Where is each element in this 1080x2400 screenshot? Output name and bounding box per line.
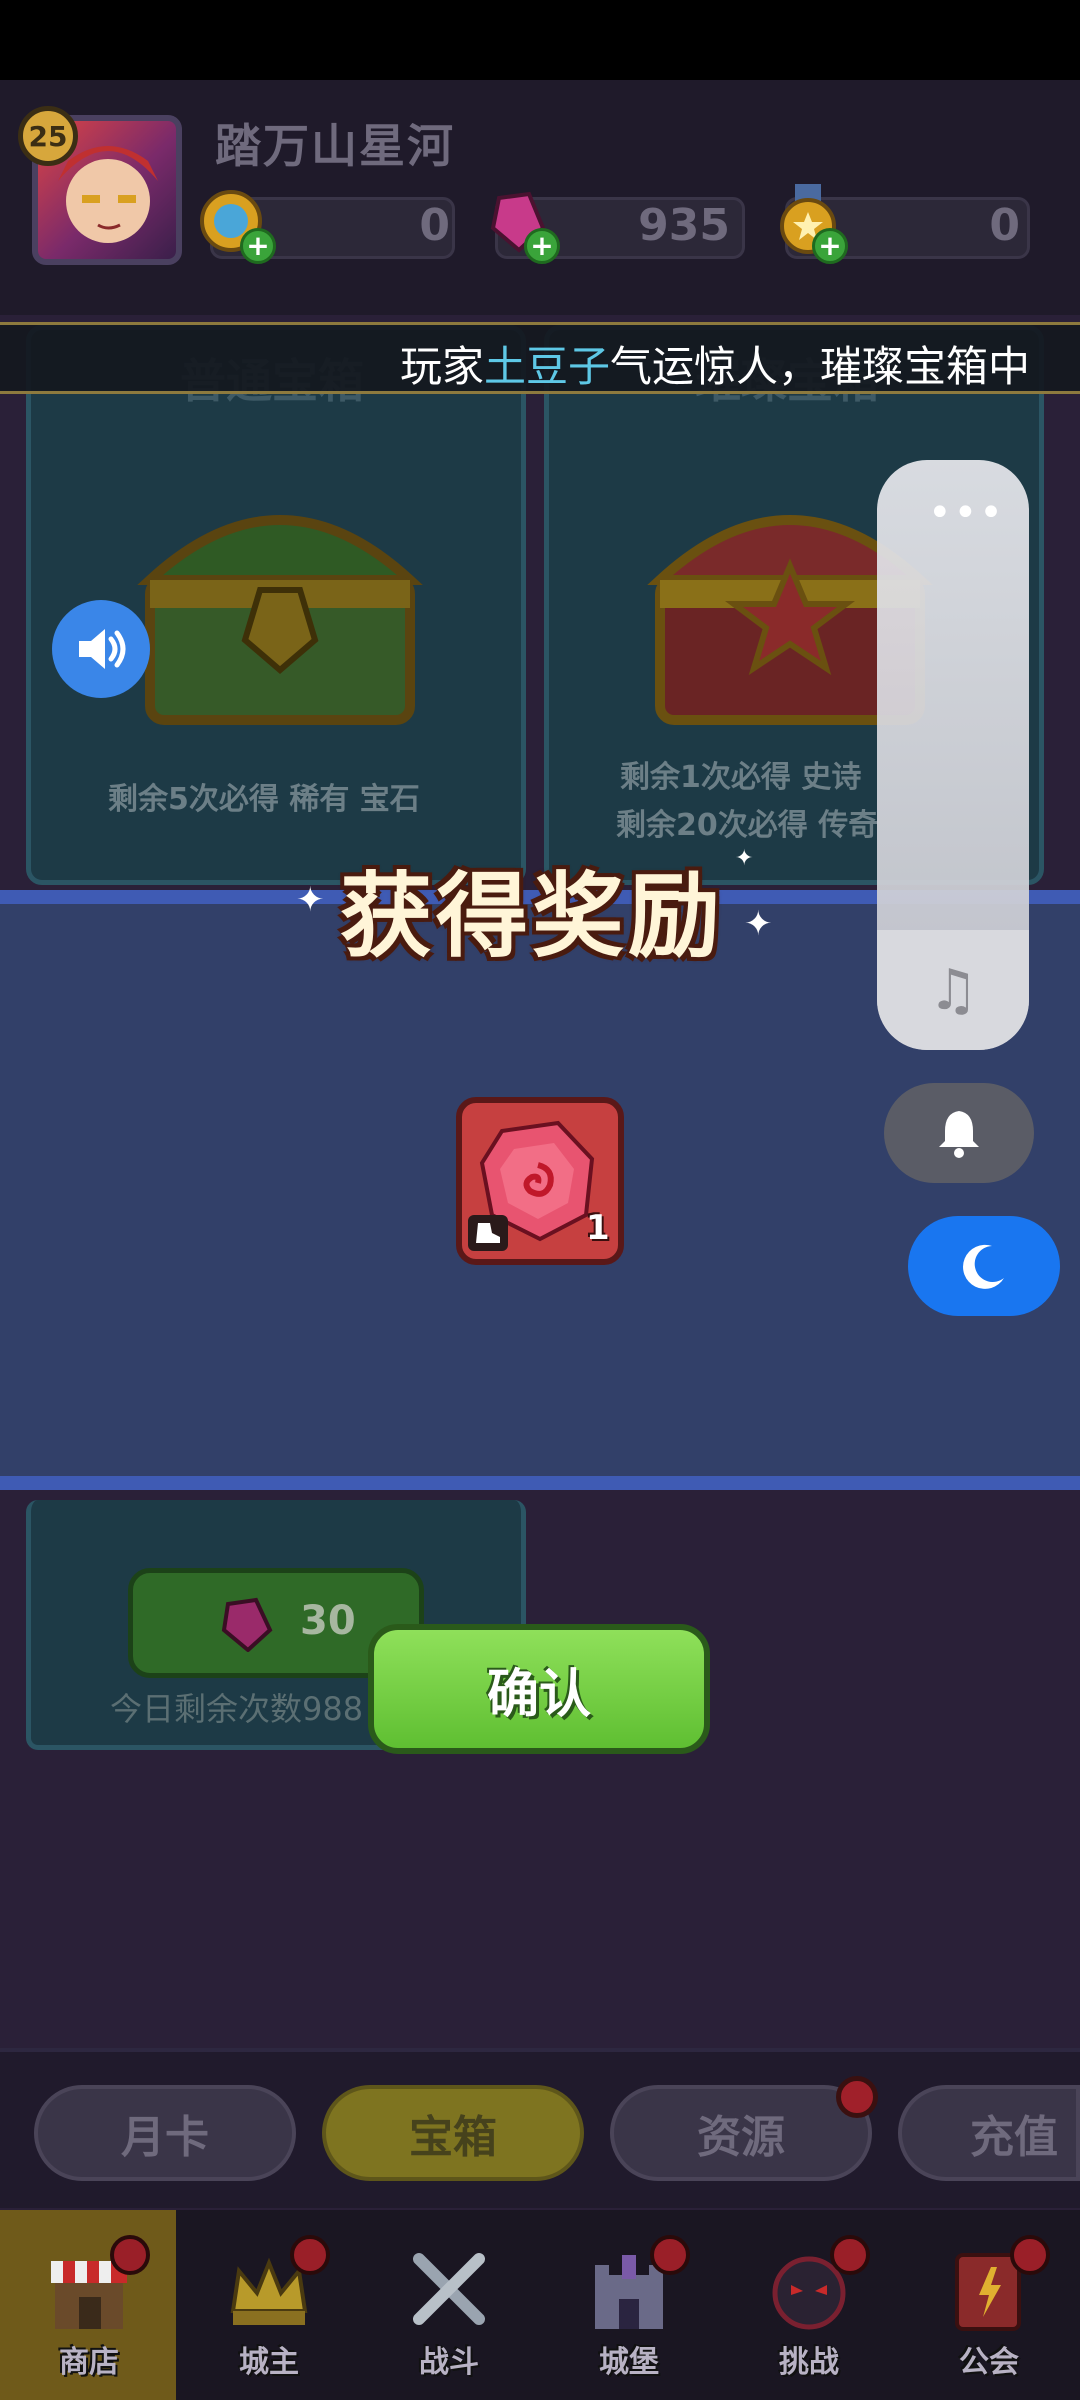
nav-lord[interactable]: 城主 [180, 2215, 358, 2395]
tab-monthly-card[interactable]: 月卡 [34, 2085, 296, 2181]
tab-recharge[interactable]: 充值 [898, 2085, 1080, 2181]
sparkle-icon: ✦ [735, 846, 754, 871]
sparkle-icon: ✦ [744, 904, 773, 944]
add-coin-button[interactable]: + [240, 228, 276, 264]
moon-icon [963, 1244, 1004, 1289]
dark-mode-button[interactable] [908, 1216, 1060, 1316]
nav-shop[interactable]: 商店 [0, 2215, 178, 2395]
gem-value: 935 [638, 200, 730, 251]
gem-icon [218, 1596, 274, 1656]
tab-chest[interactable]: 宝箱 [322, 2085, 584, 2181]
normal-chest-icon [130, 470, 430, 744]
medal-value: 0 [989, 200, 1020, 251]
music-icon: ♫ [928, 958, 979, 1023]
notification-dot [290, 2235, 330, 2275]
nav-castle[interactable]: 城堡 [540, 2215, 718, 2395]
notification-dot [1010, 2235, 1050, 2275]
brilliant-chest-hint-2: 剩余20次必得 传奇 [616, 808, 879, 843]
brilliant-chest-hint-1: 剩余1次必得 史诗 [620, 760, 862, 795]
nav-battle[interactable]: 战斗 [360, 2215, 538, 2395]
ticker-text: 玩家土豆子气运惊人，璀璨宝箱中 [400, 342, 1031, 391]
reward-count: 1 [586, 1208, 610, 1248]
player-name: 踏万山星河 [215, 119, 455, 173]
notification-dot [110, 2235, 150, 2275]
announcement-ticker: 玩家土豆子气运惊人，璀璨宝箱中 [0, 322, 1080, 394]
status-bar [0, 0, 1080, 80]
nav-shop-label: 商店 [59, 2345, 119, 2380]
notification-dot [836, 2076, 878, 2118]
daily-remaining: 今日剩余次数988 [110, 1690, 364, 1728]
add-gem-button[interactable]: + [524, 228, 560, 264]
confirm-button[interactable]: 确认 [368, 1624, 710, 1754]
normal-chest-hint: 剩余5次必得 稀有 宝石 [108, 782, 420, 817]
reward-title: 获得奖励 [340, 863, 725, 970]
nav-lord-label: 城主 [239, 2345, 299, 2380]
nav-guild-label: 公会 [959, 2345, 1019, 2380]
nav-challenge[interactable]: 挑战 [720, 2215, 898, 2395]
bell-icon [939, 1111, 979, 1158]
notification-dot [830, 2235, 870, 2275]
bell-button[interactable] [884, 1083, 1034, 1183]
notification-dot [650, 2235, 690, 2275]
nav-castle-label: 城堡 [599, 2345, 659, 2380]
swords-icon [413, 2253, 485, 2325]
tab-resources[interactable]: 资源 [610, 2085, 872, 2181]
chest-price: 30 [300, 1598, 356, 1644]
sparkle-icon: ✦ [296, 880, 325, 920]
coin-value: 0 [419, 200, 450, 251]
level-badge: 25 [18, 106, 78, 166]
speaker-button[interactable] [52, 600, 150, 698]
add-medal-button[interactable]: + [812, 228, 848, 264]
nav-challenge-label: 挑战 [779, 2345, 839, 2380]
nav-battle-label: 战斗 [419, 2345, 479, 2380]
speaker-icon [79, 629, 126, 669]
nav-guild[interactable]: 公会 [900, 2215, 1078, 2395]
more-icon[interactable]: ••• [928, 490, 1005, 536]
